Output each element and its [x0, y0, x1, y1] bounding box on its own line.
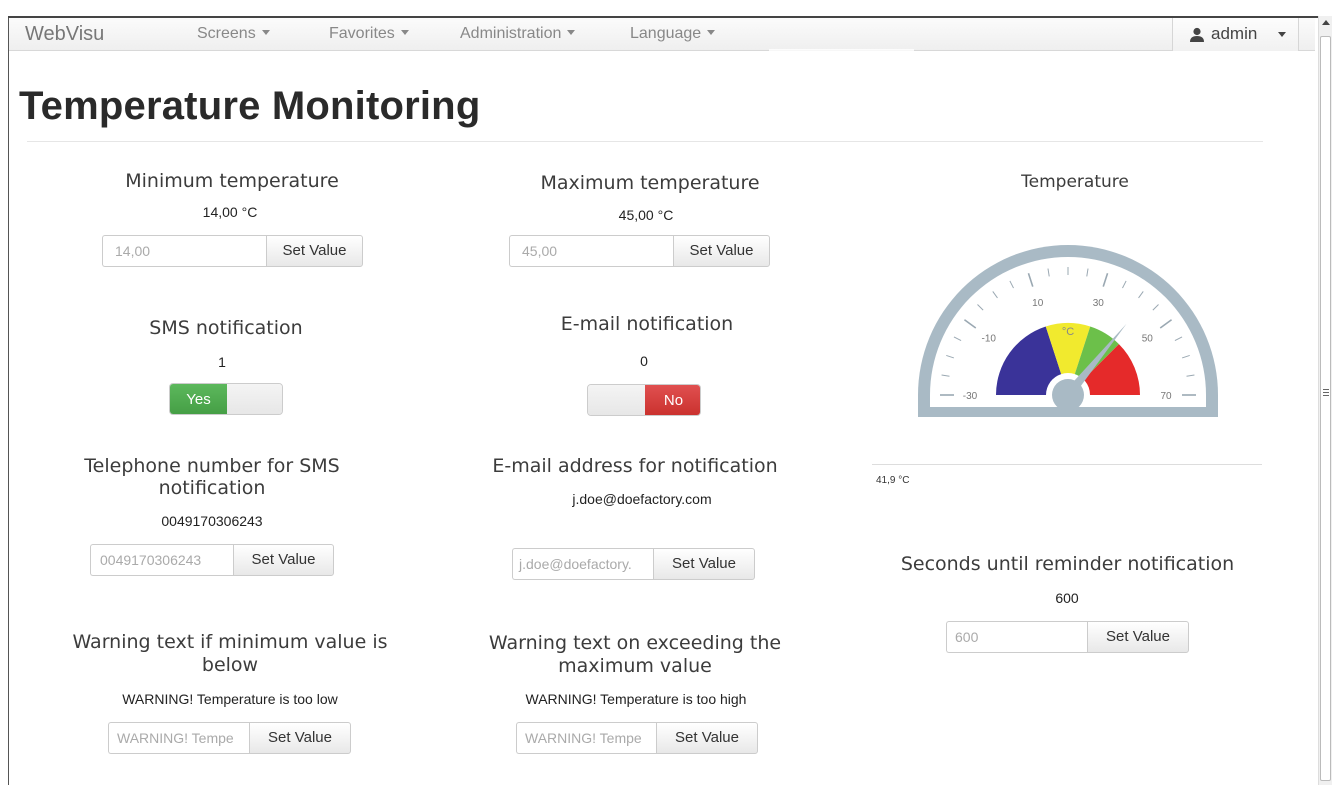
min-temp-input[interactable]: 14,00 [102, 235, 266, 267]
vertical-scrollbar[interactable] [1318, 16, 1332, 785]
scrollbar-thumb[interactable] [1320, 36, 1331, 781]
gauge-tick-label: 50 [1142, 333, 1154, 344]
toggle-off-side[interactable] [227, 384, 282, 414]
warn-max-input[interactable]: WARNING! Tempe [516, 722, 656, 754]
warn-min-label-line2: below [201, 654, 259, 676]
reminder-label: Seconds until reminder notification [900, 553, 1235, 575]
chevron-down-icon [1278, 32, 1286, 37]
gauge-tick-label: -30 [963, 391, 978, 402]
email-notification-label: E-mail notification [560, 313, 734, 335]
gauge-tick-label: 10 [1032, 298, 1044, 309]
chevron-down-icon [707, 30, 716, 35]
nav-favorites[interactable]: Favorites [329, 25, 409, 43]
nav-administration[interactable]: Administration [460, 25, 576, 43]
chevron-down-icon [567, 30, 576, 35]
warn-max-input-group: WARNING! Tempe Set Value [516, 722, 758, 754]
min-temp-value: 14,00 °C [202, 204, 258, 220]
reminder-input[interactable]: 600 [946, 621, 1087, 653]
temperature-gauge: -30 -10 10 30 50 70 °C [918, 245, 1218, 417]
min-temp-input-group: 14,00 Set Value [102, 235, 363, 267]
warn-min-input-group: WARNING! Tempe Set Value [108, 722, 351, 754]
max-temp-input-group: 45,00 Set Value [509, 235, 770, 267]
chevron-down-icon [400, 30, 409, 35]
gauge-tick-label: -10 [981, 333, 996, 344]
navbar: WebVisu Screens Favorites Administration… [9, 18, 1315, 51]
warn-min-label-line1: Warning text if minimum value is [72, 631, 388, 653]
toggle-off-side[interactable] [588, 385, 645, 415]
max-temp-input[interactable]: 45,00 [509, 235, 673, 267]
gauge-hub [1052, 379, 1084, 411]
warn-min-set-button[interactable]: Set Value [249, 722, 351, 754]
warn-max-label-line1: Warning text on exceeding the [488, 632, 782, 654]
sms-phone-label-line1: Telephone number for SMS [84, 455, 340, 477]
min-temp-set-button[interactable]: Set Value [266, 235, 363, 267]
sms-notification-toggle[interactable]: Yes [169, 383, 283, 415]
window-frame-left [8, 18, 9, 785]
chevron-down-icon [261, 30, 270, 35]
email-address-input-group: j.doe@doefactory. Set Value [512, 548, 755, 580]
warn-max-label-line2: maximum value [558, 655, 712, 677]
email-notification-toggle[interactable]: No [587, 384, 701, 416]
warn-max-set-button[interactable]: Set Value [656, 722, 758, 754]
warn-min-input[interactable]: WARNING! Tempe [108, 722, 249, 754]
email-address-input[interactable]: j.doe@doefactory. [512, 548, 653, 580]
gauge-divider [872, 464, 1262, 465]
nav-language[interactable]: Language [630, 25, 716, 43]
warn-min-value: WARNING! Temperature is too low [122, 691, 338, 707]
nav-screens-label: Screens [197, 25, 256, 42]
sms-phone-value: 0049170306243 [161, 513, 263, 529]
warn-max-value: WARNING! Temperature is too high [525, 691, 747, 707]
email-notification-value: 0 [640, 353, 648, 369]
nav-divider [769, 49, 914, 51]
user-menu-button[interactable]: admin [1172, 18, 1299, 51]
toggle-yes[interactable]: Yes [170, 384, 227, 414]
nav-favorites-label: Favorites [329, 25, 395, 42]
sms-notification-label: SMS notification [149, 317, 303, 339]
gauge-title: Temperature [1021, 172, 1129, 192]
reminder-value: 600 [1055, 590, 1079, 606]
reminder-set-button[interactable]: Set Value [1087, 621, 1189, 653]
gauge-tick-label: 30 [1093, 298, 1105, 309]
sms-phone-input[interactable]: 0049170306243 [90, 544, 233, 576]
gauge-unit: °C [1062, 326, 1074, 338]
email-address-label: E-mail address for notification [492, 455, 778, 477]
min-temp-label: Minimum temperature [125, 170, 339, 192]
email-address-value: j.doe@doefactory.com [572, 491, 712, 507]
gauge-reading: 41,9 °C [876, 475, 910, 486]
sms-phone-label-line2: notification [158, 477, 266, 499]
toggle-no[interactable]: No [645, 385, 700, 415]
user-icon [1190, 27, 1204, 42]
nav-screens[interactable]: Screens [197, 25, 270, 43]
max-temp-set-button[interactable]: Set Value [673, 235, 770, 267]
max-temp-label: Maximum temperature [540, 172, 760, 194]
max-temp-value: 45,00 °C [618, 207, 674, 223]
scroll-up-icon[interactable] [1322, 20, 1330, 25]
user-name: admin [1211, 24, 1258, 43]
nav-administration-label: Administration [460, 25, 562, 42]
title-divider [27, 141, 1263, 142]
page-title: Temperature Monitoring [19, 84, 481, 128]
sms-phone-input-group: 0049170306243 Set Value [90, 544, 334, 576]
sms-phone-set-button[interactable]: Set Value [233, 544, 334, 576]
brand[interactable]: WebVisu [25, 23, 104, 46]
nav-language-label: Language [630, 25, 702, 42]
grip-icon [1323, 389, 1329, 396]
gauge-tick-label: 70 [1160, 391, 1172, 402]
reminder-input-group: 600 Set Value [946, 621, 1189, 653]
sms-notification-value: 1 [218, 354, 226, 370]
email-address-set-button[interactable]: Set Value [653, 548, 755, 580]
